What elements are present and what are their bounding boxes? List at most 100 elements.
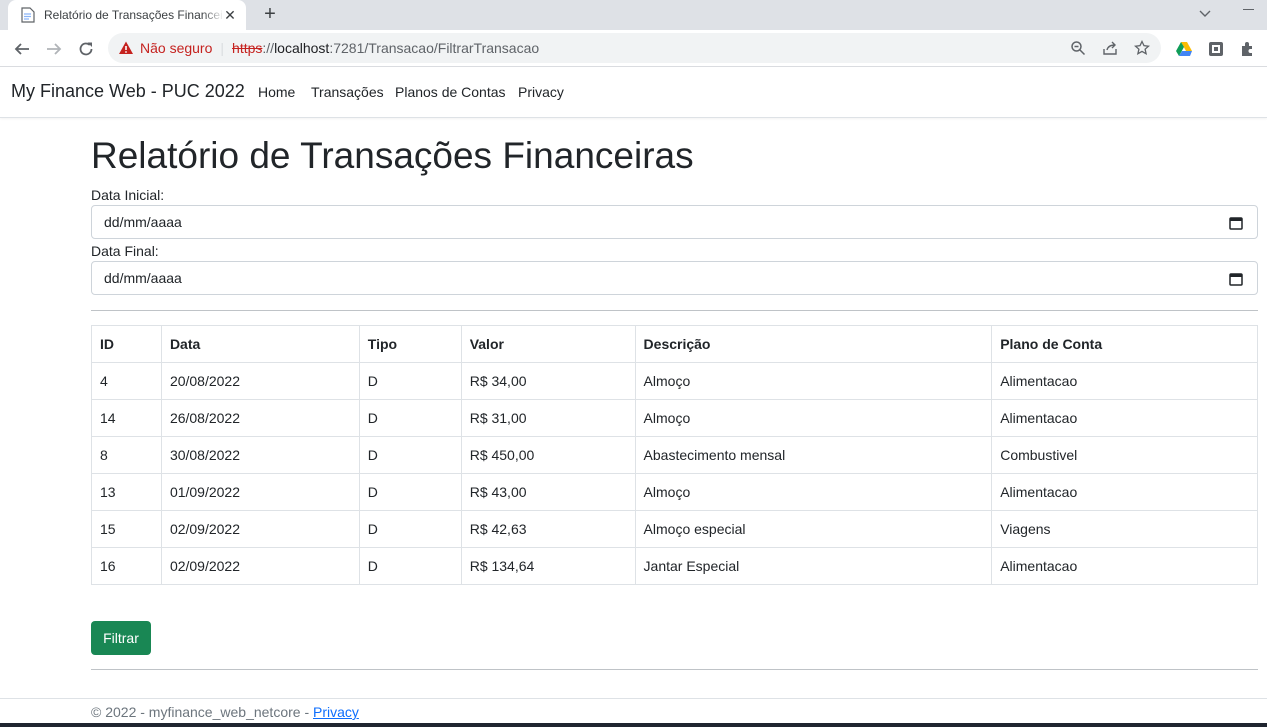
new-tab-button[interactable]: + <box>258 3 282 27</box>
cell-tipo: D <box>358 399 462 437</box>
start-date-label: Data Inicial: <box>91 187 165 203</box>
table-row: 16 02/09/2022 D R$ 134,64 Jantar Especia… <box>91 547 1258 585</box>
transactions-table: ID Data Tipo Valor Descrição Plano de Co… <box>91 325 1258 585</box>
close-tab-icon[interactable]: ✕ <box>222 7 238 23</box>
arrow-left-icon <box>14 43 29 55</box>
arrow-right-icon <box>47 43 62 55</box>
end-date-input[interactable]: dd/mm/aaaa <box>91 261 1258 295</box>
url-separator: :// <box>262 40 275 56</box>
page-title: Relatório de Transações Financeiras <box>91 135 694 176</box>
cell-valor: R$ 31,00 <box>460 399 636 437</box>
forward-button[interactable] <box>41 36 67 62</box>
end-date-placeholder: dd/mm/aaaa <box>104 270 182 286</box>
cell-valor: R$ 34,00 <box>460 362 636 400</box>
cell-plano-de-conta: Alimentacao <box>991 473 1258 511</box>
table-header-row: ID Data Tipo Valor Descrição Plano de Co… <box>91 325 1258 363</box>
cell-data: 02/09/2022 <box>160 510 360 548</box>
cell-valor: R$ 42,63 <box>460 510 636 548</box>
cell-id: 4 <box>91 362 162 400</box>
table-row: 13 01/09/2022 D R$ 43,00 Almoço Alimenta… <box>91 473 1258 511</box>
divider <box>91 310 1258 311</box>
cell-plano-de-conta: Combustivel <box>991 436 1258 474</box>
cell-data: 30/08/2022 <box>160 436 360 474</box>
cell-id: 15 <box>91 510 162 548</box>
cell-id: 13 <box>91 473 162 511</box>
nav-link-privacy[interactable]: Privacy <box>518 84 564 100</box>
cell-descricao: Abastecimento mensal <box>634 436 993 474</box>
cell-data: 26/08/2022 <box>160 399 360 437</box>
zoom-icon[interactable] <box>1070 40 1086 56</box>
nav-link-transacoes[interactable]: Transações <box>311 84 384 100</box>
browser-tab-strip: Relatório de Transações Financeiras - my… <box>0 0 1267 30</box>
cell-descricao: Almoço <box>634 399 993 437</box>
cell-data: 02/09/2022 <box>160 547 360 585</box>
brand-link[interactable]: My Finance Web - PUC 2022 <box>11 81 245 102</box>
back-button[interactable] <box>9 36 35 62</box>
security-status[interactable]: Não seguro <box>140 40 212 56</box>
cell-plano-de-conta: Viagens <box>991 510 1258 548</box>
cell-plano-de-conta: Alimentacao <box>991 547 1258 585</box>
calendar-icon[interactable] <box>1229 272 1243 286</box>
cell-id: 16 <box>91 547 162 585</box>
tab-title: Relatório de Transações Financeiras - my… <box>44 8 224 22</box>
cell-id: 14 <box>91 399 162 437</box>
cell-tipo: D <box>358 362 462 400</box>
reload-button[interactable] <box>73 36 99 62</box>
warning-icon <box>118 40 134 56</box>
cell-data: 01/09/2022 <box>160 473 360 511</box>
footer-copyright: © 2022 - myfinance_web_netcore - <box>91 704 313 720</box>
column-header-descricao: Descrição <box>634 325 993 363</box>
address-bar[interactable]: Não seguro | https://localhost:7281/Tran… <box>108 33 1161 63</box>
nav-link-planos-de-contas[interactable]: Planos de Contas <box>395 84 506 100</box>
column-header-valor: Valor <box>460 325 636 363</box>
extension-icon[interactable] <box>1207 40 1225 58</box>
cell-valor: R$ 134,64 <box>460 547 636 585</box>
url-scheme: https <box>232 40 263 56</box>
cell-valor: R$ 43,00 <box>460 473 636 511</box>
chevron-down-icon[interactable] <box>1196 4 1214 22</box>
filter-button[interactable]: Filtrar <box>91 621 151 655</box>
cell-descricao: Jantar Especial <box>634 547 993 585</box>
share-icon[interactable] <box>1102 40 1118 56</box>
os-taskbar <box>0 723 1267 727</box>
browser-toolbar: Não seguro | https://localhost:7281/Tran… <box>0 30 1267 67</box>
cell-tipo: D <box>358 547 462 585</box>
cell-valor: R$ 450,00 <box>460 436 636 474</box>
end-date-label: Data Final: <box>91 243 159 259</box>
table-row: 4 20/08/2022 D R$ 34,00 Almoço Alimentac… <box>91 362 1258 400</box>
start-date-input[interactable]: dd/mm/aaaa <box>91 205 1258 239</box>
column-header-id: ID <box>91 325 162 363</box>
cell-data: 20/08/2022 <box>160 362 360 400</box>
reload-icon <box>79 42 93 56</box>
web-page: My Finance Web - PUC 2022 Home Transaçõe… <box>0 67 1267 727</box>
cell-tipo: D <box>358 436 462 474</box>
bookmark-star-icon[interactable] <box>1133 39 1151 56</box>
cell-descricao: Almoço <box>634 473 993 511</box>
table-row: 8 30/08/2022 D R$ 450,00 Abastecimento m… <box>91 436 1258 474</box>
column-header-tipo: Tipo <box>358 325 462 363</box>
url-host: localhost <box>274 40 330 56</box>
page-icon <box>20 7 36 23</box>
calendar-icon[interactable] <box>1229 216 1243 230</box>
cell-id: 8 <box>91 436 162 474</box>
cell-plano-de-conta: Alimentacao <box>991 362 1258 400</box>
cell-tipo: D <box>358 473 462 511</box>
footer-privacy-link[interactable]: Privacy <box>313 704 359 720</box>
column-header-plano-de-conta: Plano de Conta <box>991 325 1258 363</box>
divider: | <box>220 40 225 56</box>
cell-descricao: Almoço <box>634 362 993 400</box>
browser-tab[interactable]: Relatório de Transações Financeiras - my… <box>8 0 246 30</box>
minimize-icon[interactable] <box>1243 9 1254 10</box>
cell-plano-de-conta: Alimentacao <box>991 399 1258 437</box>
nav-link-home[interactable]: Home <box>258 84 295 100</box>
cell-descricao: Almoço especial <box>634 510 993 548</box>
cell-tipo: D <box>358 510 462 548</box>
puzzle-icon[interactable] <box>1239 40 1257 58</box>
table-row: 15 02/09/2022 D R$ 42,63 Almoço especial… <box>91 510 1258 548</box>
url-path: :7281/Transacao/FiltrarTransacao <box>329 40 540 56</box>
divider <box>91 669 1258 670</box>
start-date-placeholder: dd/mm/aaaa <box>104 214 182 230</box>
table-row: 14 26/08/2022 D R$ 31,00 Almoço Alimenta… <box>91 399 1258 437</box>
column-header-data: Data <box>160 325 360 363</box>
google-drive-icon[interactable] <box>1175 40 1193 58</box>
